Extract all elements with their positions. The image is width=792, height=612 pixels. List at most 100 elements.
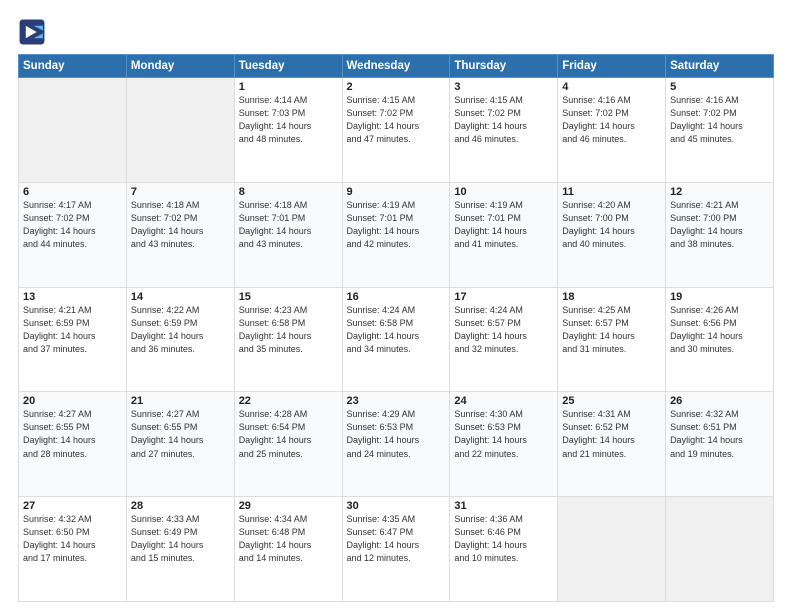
calendar-cell: 23Sunrise: 4:29 AM Sunset: 6:53 PM Dayli…: [342, 392, 450, 497]
day-number: 21: [131, 395, 230, 407]
calendar-cell: 6Sunrise: 4:17 AM Sunset: 7:02 PM Daylig…: [19, 182, 127, 287]
day-number: 9: [347, 186, 446, 198]
calendar-cell: 4Sunrise: 4:16 AM Sunset: 7:02 PM Daylig…: [558, 78, 666, 183]
calendar-cell: 5Sunrise: 4:16 AM Sunset: 7:02 PM Daylig…: [666, 78, 774, 183]
calendar-cell: [666, 497, 774, 602]
day-info: Sunrise: 4:17 AM Sunset: 7:02 PM Dayligh…: [23, 199, 122, 251]
calendar-cell: 9Sunrise: 4:19 AM Sunset: 7:01 PM Daylig…: [342, 182, 450, 287]
day-number: 20: [23, 395, 122, 407]
day-number: 3: [454, 81, 553, 93]
day-header-friday: Friday: [558, 55, 666, 78]
day-number: 13: [23, 291, 122, 303]
day-header-wednesday: Wednesday: [342, 55, 450, 78]
day-number: 8: [239, 186, 338, 198]
day-info: Sunrise: 4:21 AM Sunset: 7:00 PM Dayligh…: [670, 199, 769, 251]
day-number: 22: [239, 395, 338, 407]
day-info: Sunrise: 4:25 AM Sunset: 6:57 PM Dayligh…: [562, 304, 661, 356]
page: SundayMondayTuesdayWednesdayThursdayFrid…: [0, 0, 792, 612]
calendar-cell: 22Sunrise: 4:28 AM Sunset: 6:54 PM Dayli…: [234, 392, 342, 497]
calendar-cell: 2Sunrise: 4:15 AM Sunset: 7:02 PM Daylig…: [342, 78, 450, 183]
day-number: 23: [347, 395, 446, 407]
day-info: Sunrise: 4:26 AM Sunset: 6:56 PM Dayligh…: [670, 304, 769, 356]
day-number: 1: [239, 81, 338, 93]
day-info: Sunrise: 4:16 AM Sunset: 7:02 PM Dayligh…: [670, 94, 769, 146]
calendar-cell: [19, 78, 127, 183]
day-number: 5: [670, 81, 769, 93]
day-header-tuesday: Tuesday: [234, 55, 342, 78]
day-info: Sunrise: 4:33 AM Sunset: 6:49 PM Dayligh…: [131, 513, 230, 565]
day-info: Sunrise: 4:28 AM Sunset: 6:54 PM Dayligh…: [239, 408, 338, 460]
day-info: Sunrise: 4:16 AM Sunset: 7:02 PM Dayligh…: [562, 94, 661, 146]
calendar-cell: 29Sunrise: 4:34 AM Sunset: 6:48 PM Dayli…: [234, 497, 342, 602]
calendar-cell: 1Sunrise: 4:14 AM Sunset: 7:03 PM Daylig…: [234, 78, 342, 183]
calendar-cell: 7Sunrise: 4:18 AM Sunset: 7:02 PM Daylig…: [126, 182, 234, 287]
day-header-monday: Monday: [126, 55, 234, 78]
day-info: Sunrise: 4:19 AM Sunset: 7:01 PM Dayligh…: [454, 199, 553, 251]
calendar-cell: 13Sunrise: 4:21 AM Sunset: 6:59 PM Dayli…: [19, 287, 127, 392]
calendar-cell: 17Sunrise: 4:24 AM Sunset: 6:57 PM Dayli…: [450, 287, 558, 392]
calendar-body: 1Sunrise: 4:14 AM Sunset: 7:03 PM Daylig…: [19, 78, 774, 602]
calendar-cell: 19Sunrise: 4:26 AM Sunset: 6:56 PM Dayli…: [666, 287, 774, 392]
calendar-cell: 8Sunrise: 4:18 AM Sunset: 7:01 PM Daylig…: [234, 182, 342, 287]
calendar-cell: 18Sunrise: 4:25 AM Sunset: 6:57 PM Dayli…: [558, 287, 666, 392]
day-info: Sunrise: 4:23 AM Sunset: 6:58 PM Dayligh…: [239, 304, 338, 356]
day-info: Sunrise: 4:21 AM Sunset: 6:59 PM Dayligh…: [23, 304, 122, 356]
calendar-cell: 11Sunrise: 4:20 AM Sunset: 7:00 PM Dayli…: [558, 182, 666, 287]
day-info: Sunrise: 4:24 AM Sunset: 6:58 PM Dayligh…: [347, 304, 446, 356]
calendar-cell: 16Sunrise: 4:24 AM Sunset: 6:58 PM Dayli…: [342, 287, 450, 392]
calendar-cell: 3Sunrise: 4:15 AM Sunset: 7:02 PM Daylig…: [450, 78, 558, 183]
calendar-cell: 21Sunrise: 4:27 AM Sunset: 6:55 PM Dayli…: [126, 392, 234, 497]
day-number: 12: [670, 186, 769, 198]
day-info: Sunrise: 4:18 AM Sunset: 7:01 PM Dayligh…: [239, 199, 338, 251]
day-number: 18: [562, 291, 661, 303]
calendar-cell: 14Sunrise: 4:22 AM Sunset: 6:59 PM Dayli…: [126, 287, 234, 392]
day-info: Sunrise: 4:34 AM Sunset: 6:48 PM Dayligh…: [239, 513, 338, 565]
day-info: Sunrise: 4:32 AM Sunset: 6:50 PM Dayligh…: [23, 513, 122, 565]
calendar-cell: 27Sunrise: 4:32 AM Sunset: 6:50 PM Dayli…: [19, 497, 127, 602]
calendar-cell: 28Sunrise: 4:33 AM Sunset: 6:49 PM Dayli…: [126, 497, 234, 602]
day-info: Sunrise: 4:18 AM Sunset: 7:02 PM Dayligh…: [131, 199, 230, 251]
day-info: Sunrise: 4:35 AM Sunset: 6:47 PM Dayligh…: [347, 513, 446, 565]
logo: [18, 18, 50, 46]
day-number: 29: [239, 500, 338, 512]
day-info: Sunrise: 4:27 AM Sunset: 6:55 PM Dayligh…: [23, 408, 122, 460]
day-header-thursday: Thursday: [450, 55, 558, 78]
day-number: 19: [670, 291, 769, 303]
calendar-week-2: 6Sunrise: 4:17 AM Sunset: 7:02 PM Daylig…: [19, 182, 774, 287]
calendar-cell: 12Sunrise: 4:21 AM Sunset: 7:00 PM Dayli…: [666, 182, 774, 287]
calendar-week-1: 1Sunrise: 4:14 AM Sunset: 7:03 PM Daylig…: [19, 78, 774, 183]
day-info: Sunrise: 4:29 AM Sunset: 6:53 PM Dayligh…: [347, 408, 446, 460]
calendar-cell: 15Sunrise: 4:23 AM Sunset: 6:58 PM Dayli…: [234, 287, 342, 392]
calendar-week-4: 20Sunrise: 4:27 AM Sunset: 6:55 PM Dayli…: [19, 392, 774, 497]
day-number: 16: [347, 291, 446, 303]
header: [18, 18, 774, 46]
day-number: 24: [454, 395, 553, 407]
day-number: 2: [347, 81, 446, 93]
calendar-cell: 26Sunrise: 4:32 AM Sunset: 6:51 PM Dayli…: [666, 392, 774, 497]
day-header-saturday: Saturday: [666, 55, 774, 78]
day-info: Sunrise: 4:32 AM Sunset: 6:51 PM Dayligh…: [670, 408, 769, 460]
calendar-week-5: 27Sunrise: 4:32 AM Sunset: 6:50 PM Dayli…: [19, 497, 774, 602]
calendar-cell: 31Sunrise: 4:36 AM Sunset: 6:46 PM Dayli…: [450, 497, 558, 602]
day-number: 31: [454, 500, 553, 512]
day-info: Sunrise: 4:15 AM Sunset: 7:02 PM Dayligh…: [454, 94, 553, 146]
day-number: 10: [454, 186, 553, 198]
day-info: Sunrise: 4:27 AM Sunset: 6:55 PM Dayligh…: [131, 408, 230, 460]
calendar-cell: [126, 78, 234, 183]
calendar-cell: 20Sunrise: 4:27 AM Sunset: 6:55 PM Dayli…: [19, 392, 127, 497]
day-info: Sunrise: 4:14 AM Sunset: 7:03 PM Dayligh…: [239, 94, 338, 146]
day-info: Sunrise: 4:20 AM Sunset: 7:00 PM Dayligh…: [562, 199, 661, 251]
day-info: Sunrise: 4:31 AM Sunset: 6:52 PM Dayligh…: [562, 408, 661, 460]
day-number: 17: [454, 291, 553, 303]
day-number: 14: [131, 291, 230, 303]
day-info: Sunrise: 4:15 AM Sunset: 7:02 PM Dayligh…: [347, 94, 446, 146]
calendar-cell: 30Sunrise: 4:35 AM Sunset: 6:47 PM Dayli…: [342, 497, 450, 602]
day-info: Sunrise: 4:19 AM Sunset: 7:01 PM Dayligh…: [347, 199, 446, 251]
day-info: Sunrise: 4:36 AM Sunset: 6:46 PM Dayligh…: [454, 513, 553, 565]
day-number: 15: [239, 291, 338, 303]
day-header-sunday: Sunday: [19, 55, 127, 78]
calendar-table: SundayMondayTuesdayWednesdayThursdayFrid…: [18, 54, 774, 602]
calendar-week-3: 13Sunrise: 4:21 AM Sunset: 6:59 PM Dayli…: [19, 287, 774, 392]
day-number: 11: [562, 186, 661, 198]
calendar-cell: [558, 497, 666, 602]
